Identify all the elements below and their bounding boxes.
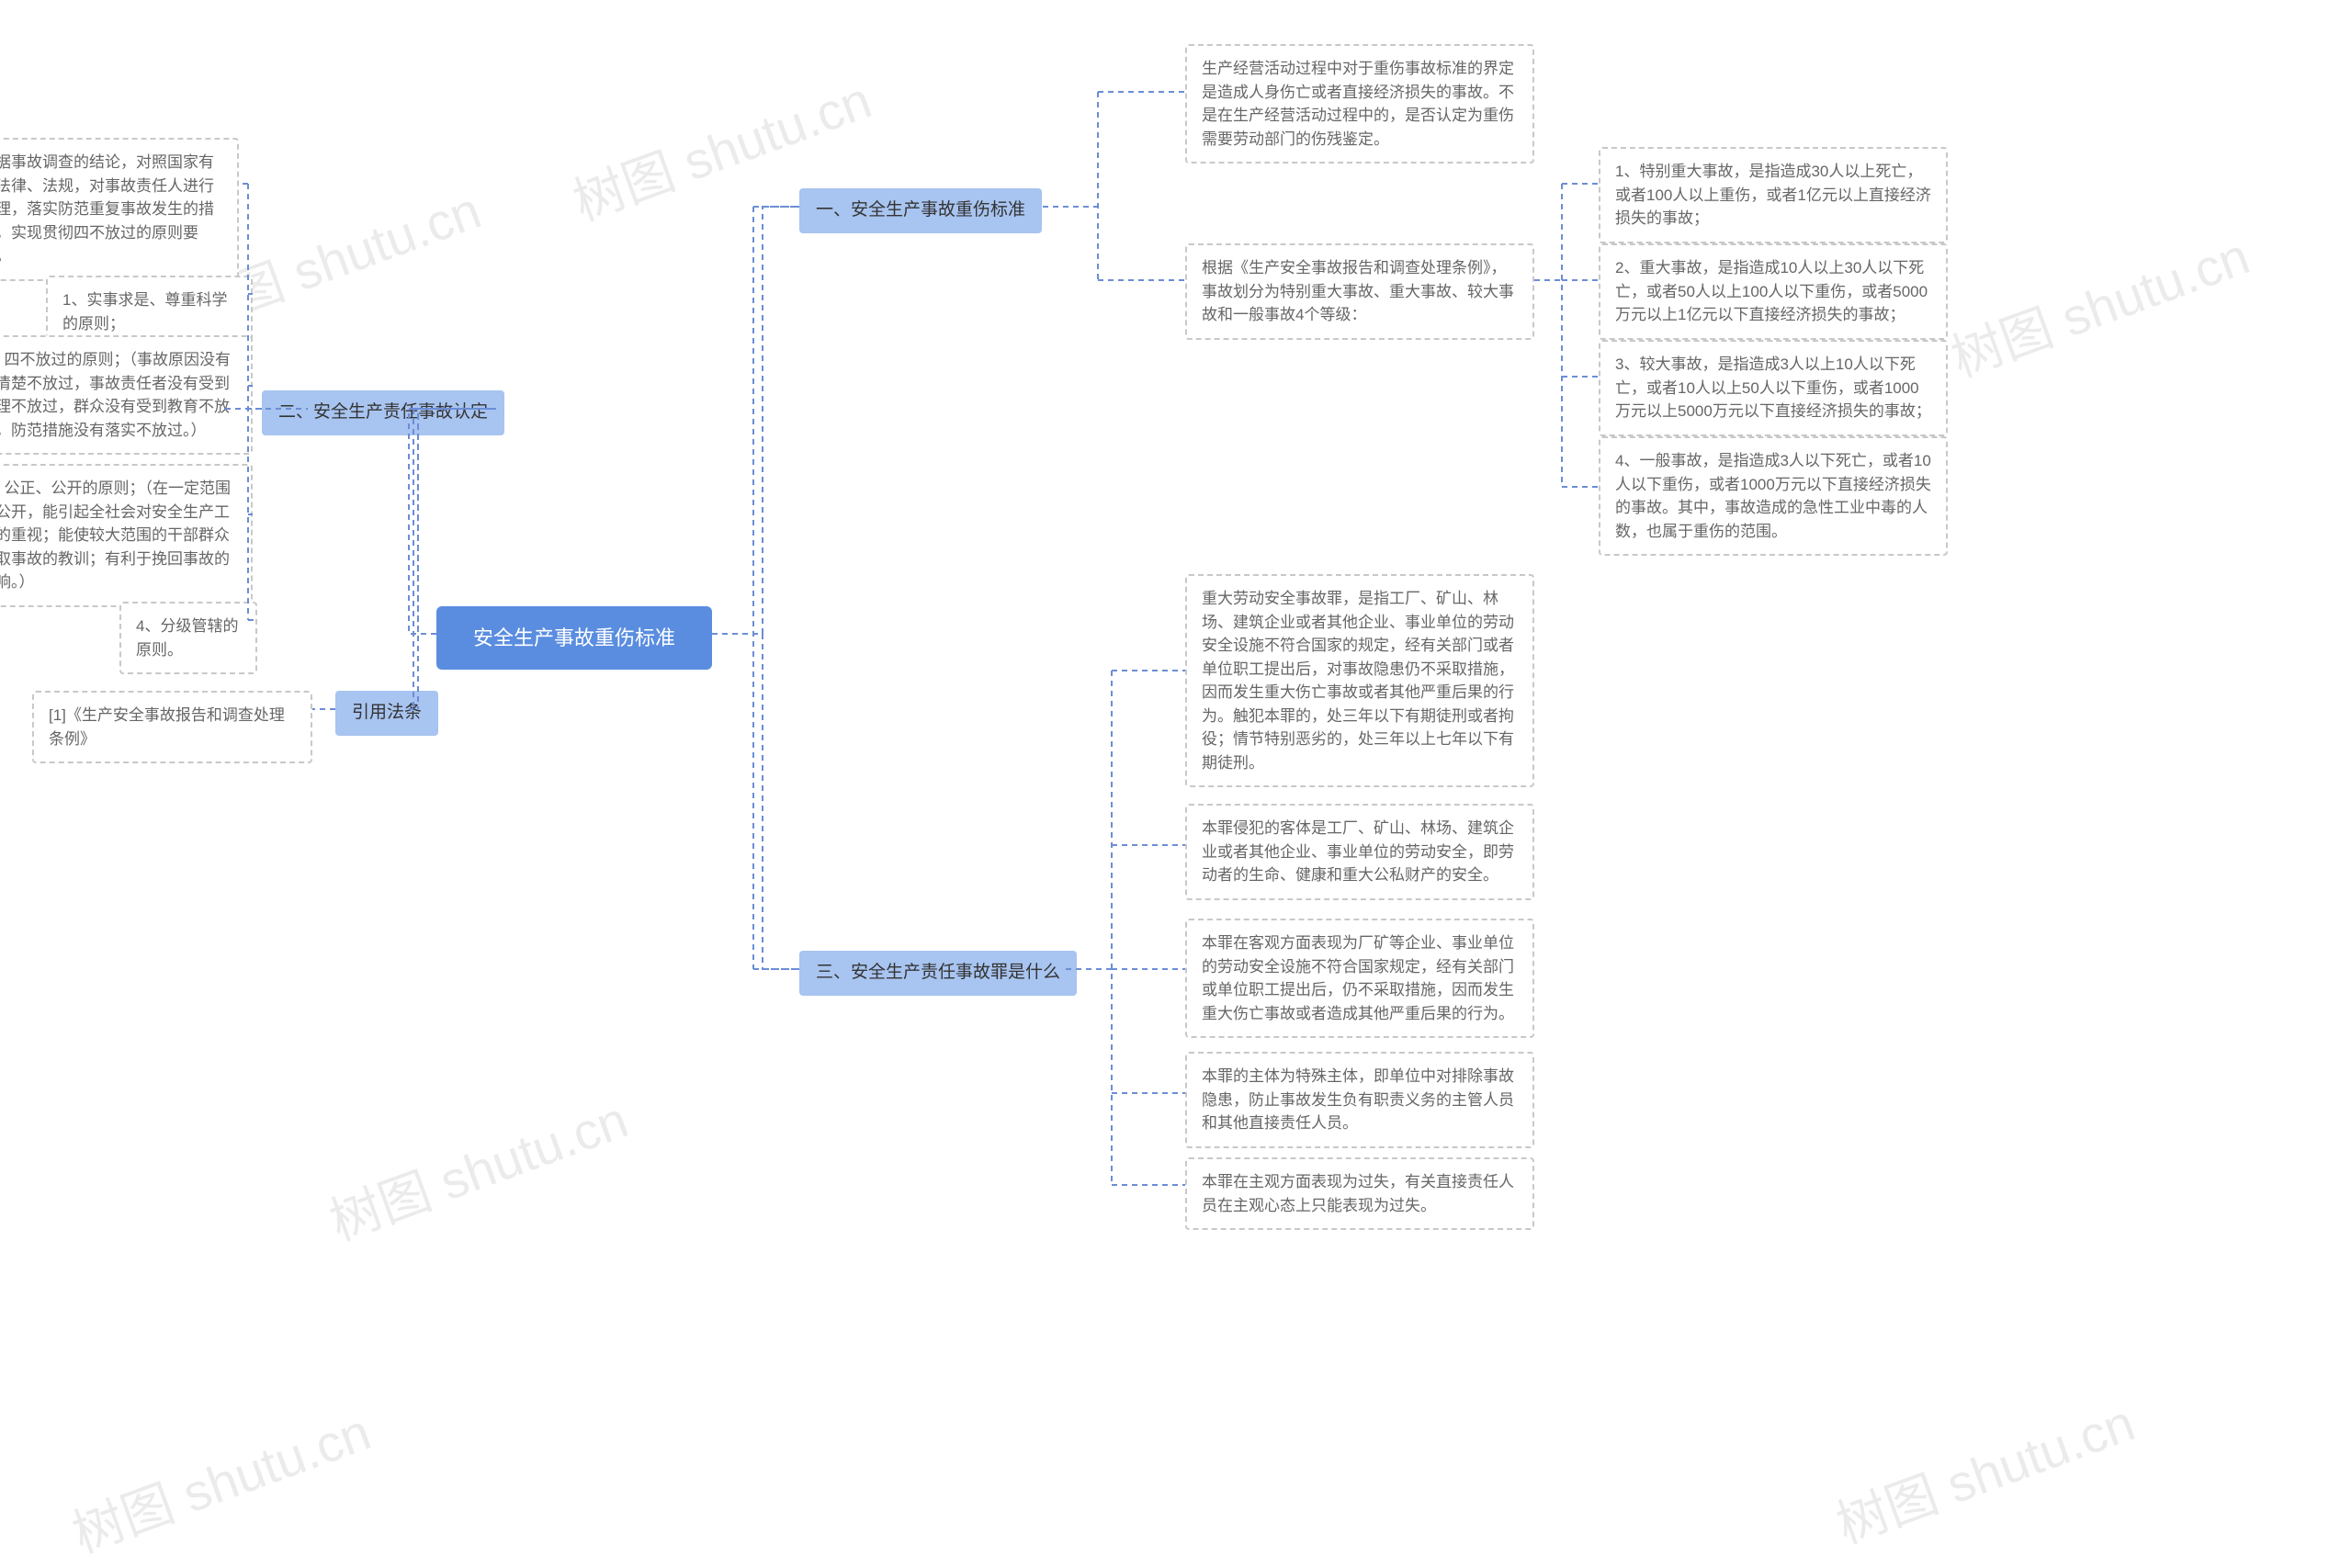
- leaf-b2-c4: 3、公正、公开的原则；（在一定范围内公开，能引起全社会对安全生产工作的重视；能使…: [0, 464, 253, 607]
- leaf-b3-c2: 本罪侵犯的客体是工厂、矿山、林场、建筑企业或者其他企业、事业单位的劳动安全，即劳…: [1185, 804, 1534, 900]
- leaf-b1-c2: 根据《生产安全事故报告和调查处理条例》，事故划分为特别重大事故、重大事故、较大事…: [1185, 243, 1534, 340]
- branch-1[interactable]: 一、安全生产事故重伤标准: [799, 188, 1042, 233]
- leaf-b4-c1: [1]《生产安全事故报告和调查处理条例》: [32, 691, 312, 763]
- watermark: 树图 shutu.cn: [61, 1391, 379, 1567]
- branch-3[interactable]: 三、安全生产责任事故罪是什么: [799, 951, 1077, 996]
- root-node[interactable]: 安全生产事故重伤标准: [436, 606, 712, 670]
- leaf-b1-c2-d3: 3、较大事故，是指造成3人以上10人以下死亡，或者10人以上50人以下重伤，或者…: [1599, 340, 1948, 436]
- branch-2[interactable]: 二、安全生产责任事故认定: [262, 390, 504, 435]
- watermark: 树图 shutu.cn: [1939, 215, 2258, 391]
- leaf-b1-c2-d2: 2、重大事故，是指造成10人以上30人以下死亡，或者50人以上100人以下重伤，…: [1599, 243, 1948, 340]
- leaf-b1-c2-d1: 1、特别重大事故，是指造成30人以上死亡，或者100人以上重伤，或者1亿元以上直…: [1599, 147, 1948, 243]
- leaf-b2-c3: 2、四不放过的原则；（事故原因没有查清楚不放过，事故责任者没有受到处理不放过，群…: [0, 335, 253, 455]
- connectors-main: [0, 0, 2352, 1531]
- leaf-b3-c4: 本罪的主体为特殊主体，即单位中对排除事故隐患，防止事故发生负有职责义务的主管人员…: [1185, 1052, 1534, 1148]
- branch-4[interactable]: 引用法条: [335, 691, 438, 736]
- leaf-b3-c5: 本罪在主观方面表现为过失，有关直接责任人员在主观心态上只能表现为过失。: [1185, 1157, 1534, 1230]
- leaf-b2-c1: 根据事故调查的结论，对照国家有关法律、法规，对事故责任人进行处理，落实防范重复事…: [0, 138, 239, 281]
- leaf-b2-c5: 4、分级管辖的原则。: [119, 602, 257, 674]
- watermark: 树图 shutu.cn: [1825, 1382, 2143, 1558]
- leaf-b3-c3: 本罪在客观方面表现为厂矿等企业、事业单位的劳动安全设施不符合国家规定，经有关部门…: [1185, 919, 1534, 1038]
- leaf-b1-c2-d4: 4、一般事故，是指造成3人以下死亡，或者10人以下重伤，或者1000万元以下直接…: [1599, 436, 1948, 556]
- watermark: 树图 shutu.cn: [318, 1078, 637, 1255]
- leaf-b3-c1: 重大劳动安全事故罪，是指工厂、矿山、林场、建筑企业或者其他企业、事业单位的劳动安…: [1185, 574, 1534, 787]
- connectors: [0, 0, 2352, 1531]
- leaf-b1-c1: 生产经营活动过程中对于重伤事故标准的界定是造成人身伤亡或者直接经济损失的事故。不…: [1185, 44, 1534, 164]
